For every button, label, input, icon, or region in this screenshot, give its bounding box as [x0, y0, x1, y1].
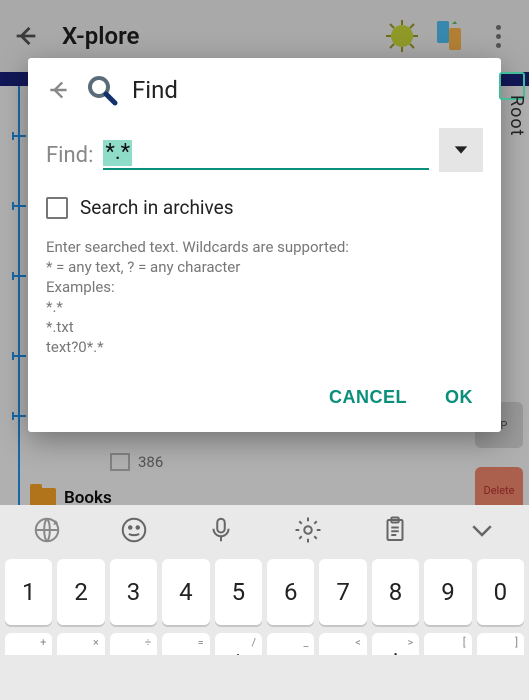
key-u[interactable]: u<: [319, 633, 366, 655]
key-9[interactable]: 9: [424, 559, 471, 625]
ok-button[interactable]: OK: [441, 381, 477, 414]
key-2[interactable]: 2: [57, 559, 104, 625]
find-input[interactable]: [103, 138, 429, 170]
search-archives-checkbox[interactable]: [46, 197, 68, 219]
key-t[interactable]: t/: [215, 633, 262, 655]
key-6[interactable]: 6: [267, 559, 314, 625]
kb-settings-icon[interactable]: [293, 515, 323, 545]
key-5[interactable]: 5: [215, 559, 262, 625]
key-0[interactable]: 0: [477, 559, 524, 625]
kb-lang-icon[interactable]: [32, 515, 62, 545]
key-1[interactable]: 1: [5, 559, 52, 625]
find-dialog: Find Find: *.* Search in archives Enter …: [28, 58, 501, 432]
kb-collapse-icon[interactable]: [467, 515, 497, 545]
key-p[interactable]: p]: [477, 633, 524, 655]
key-3[interactable]: 3: [110, 559, 157, 625]
history-dropdown-button[interactable]: [439, 128, 483, 172]
search-icon: [86, 74, 118, 106]
dialog-back-icon[interactable]: [46, 77, 72, 103]
kb-emoji-icon[interactable]: [119, 515, 149, 545]
key-8[interactable]: 8: [372, 559, 419, 625]
key-e[interactable]: e÷: [110, 633, 157, 655]
search-archives-label: Search in archives: [80, 196, 234, 219]
key-i[interactable]: i>: [372, 633, 419, 655]
cancel-button[interactable]: CANCEL: [325, 381, 411, 414]
help-text: Enter searched text. Wildcards are suppo…: [46, 237, 483, 357]
key-w[interactable]: w×: [57, 633, 104, 655]
key-4[interactable]: 4: [162, 559, 209, 625]
key-y[interactable]: y_: [267, 633, 314, 655]
key-o[interactable]: o[: [424, 633, 471, 655]
kb-number-row: 1234567890: [0, 559, 529, 625]
key-q[interactable]: q+: [5, 633, 52, 655]
dialog-title: Find: [132, 76, 178, 104]
key-r[interactable]: r=: [162, 633, 209, 655]
kb-voice-icon[interactable]: [206, 515, 236, 545]
soft-keyboard: 1234567890 q+w× e÷r= t/y_u< i>o[ p]: [0, 505, 529, 700]
root-label[interactable]: Root: [506, 95, 527, 137]
kb-letter-row-1: q+w× e÷r= t/y_u< i>o[ p]: [0, 633, 529, 655]
find-label: Find:: [46, 143, 93, 174]
kb-clipboard-icon[interactable]: [380, 515, 410, 545]
key-7[interactable]: 7: [319, 559, 366, 625]
